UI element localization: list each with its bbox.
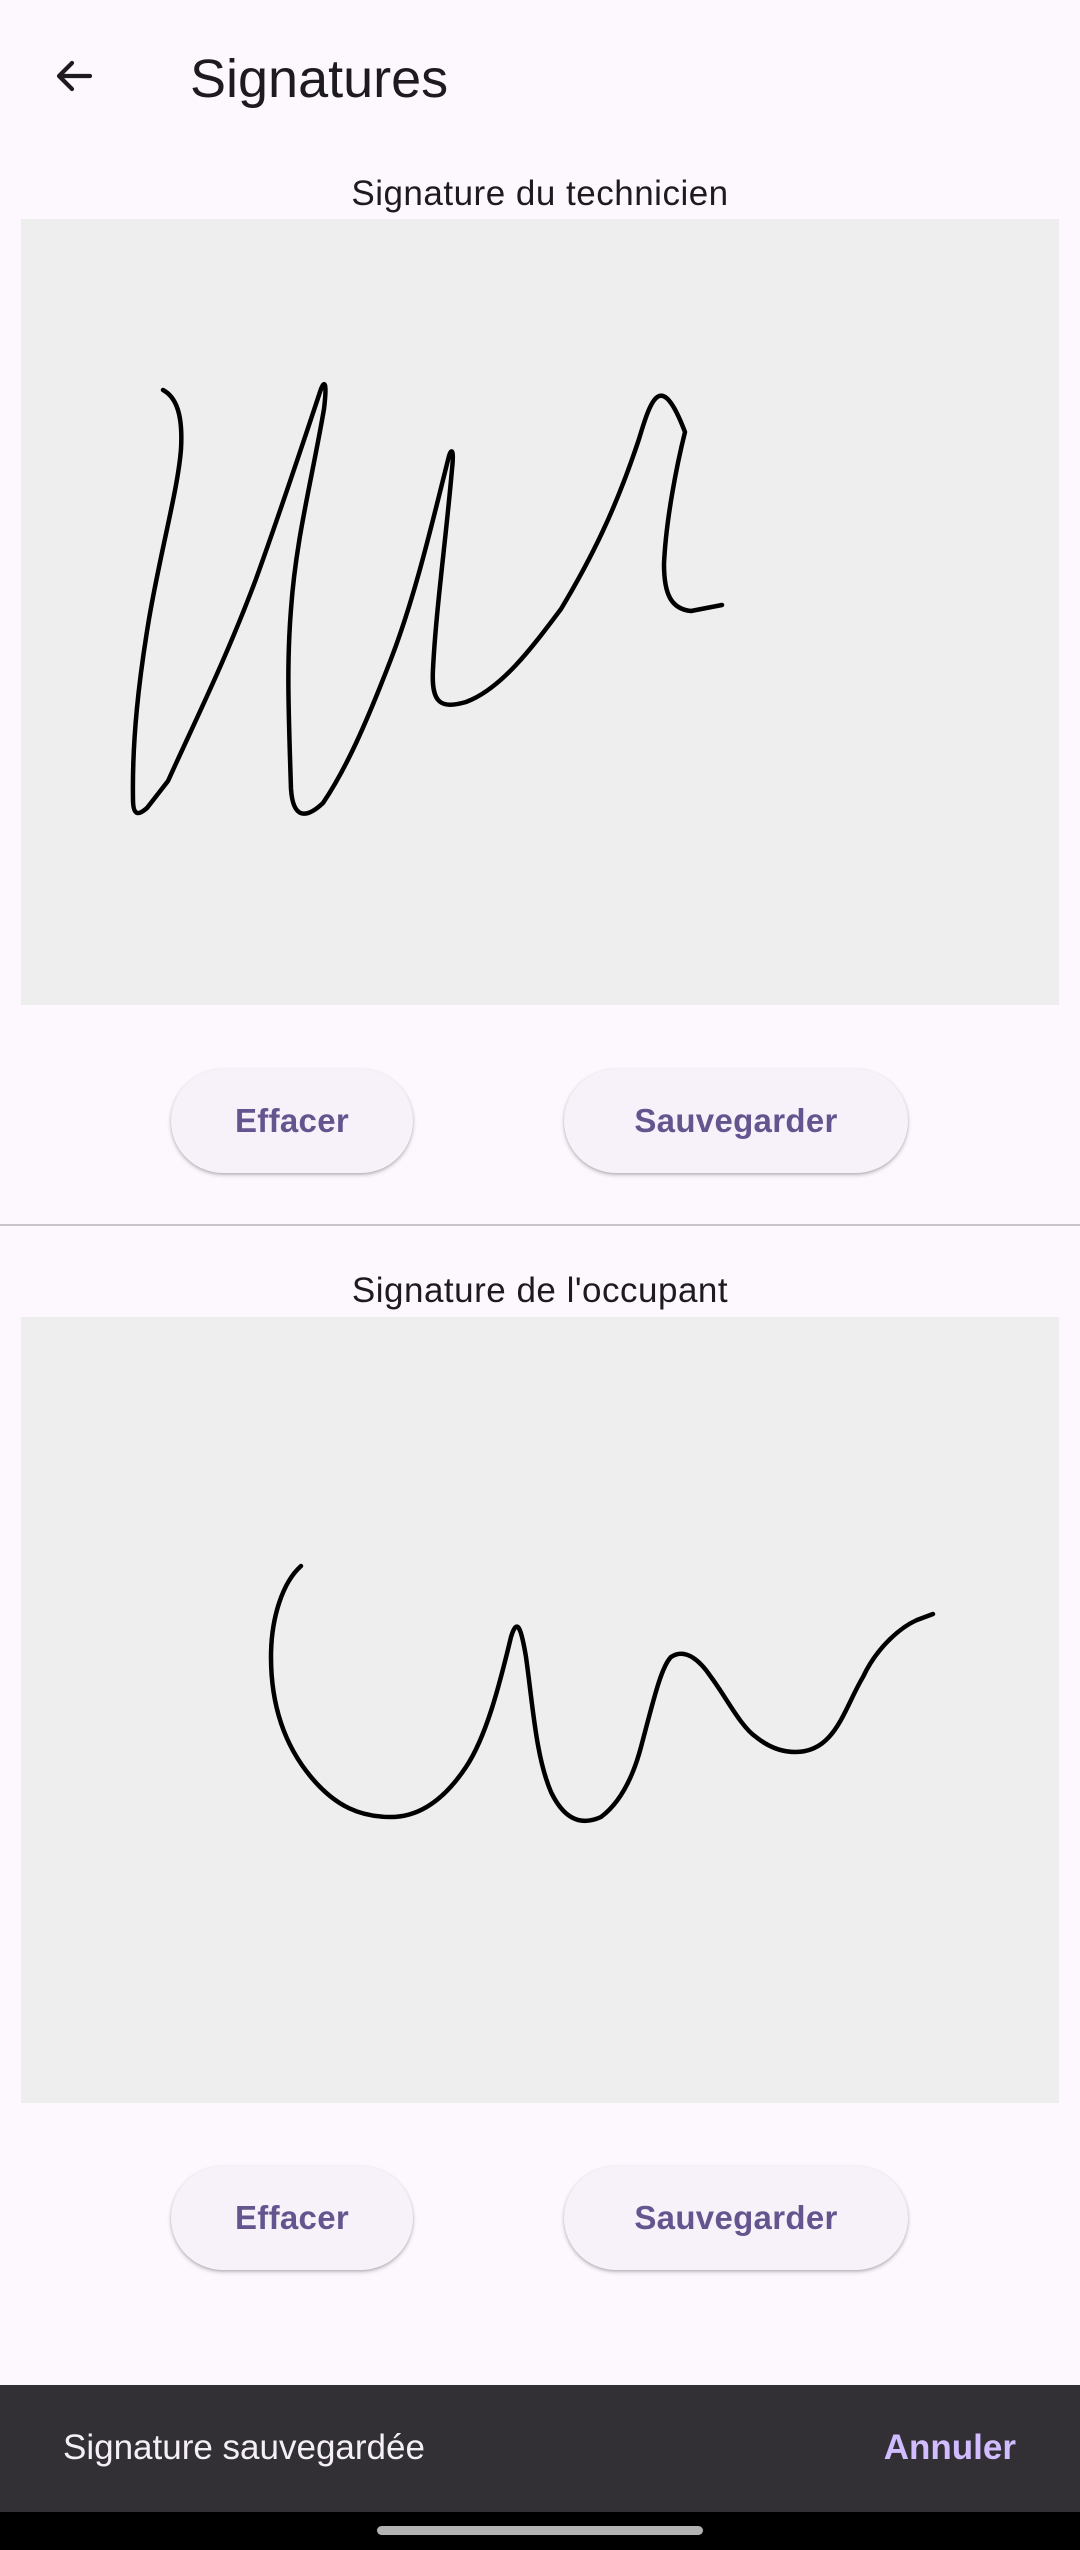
back-button[interactable] (34, 38, 114, 118)
arrow-back-icon (50, 52, 98, 105)
home-gesture-handle[interactable] (377, 2526, 703, 2535)
snackbar: Signature sauvegardée Annuler (0, 2385, 1080, 2512)
page-title: Signatures (190, 49, 449, 109)
section-divider (0, 1224, 1080, 1226)
technician-signature-label: Signature du technicien (351, 174, 729, 213)
technician-clear-button[interactable]: Effacer (171, 1069, 413, 1173)
technician-signature-stroke (130, 382, 725, 816)
app-screen: Signatures Signature du technicien Effac… (0, 0, 1080, 2550)
technician-save-button[interactable]: Sauvegarder (564, 1069, 908, 1173)
occupant-clear-button[interactable]: Effacer (171, 2166, 413, 2270)
snackbar-message: Signature sauvegardée (63, 2428, 425, 2467)
occupant-save-button[interactable]: Sauvegarder (564, 2166, 908, 2270)
system-navigation-bar (0, 2512, 1080, 2550)
snackbar-undo-button[interactable]: Annuler (884, 2425, 1016, 2471)
occupant-signature-pad[interactable] (21, 1317, 1059, 2103)
app-bar: Signatures (0, 0, 1080, 155)
technician-signature-pad[interactable] (21, 219, 1059, 1005)
occupant-signature-label: Signature de l'occupant (351, 1271, 729, 1310)
occupant-signature-stroke (268, 1563, 936, 1824)
